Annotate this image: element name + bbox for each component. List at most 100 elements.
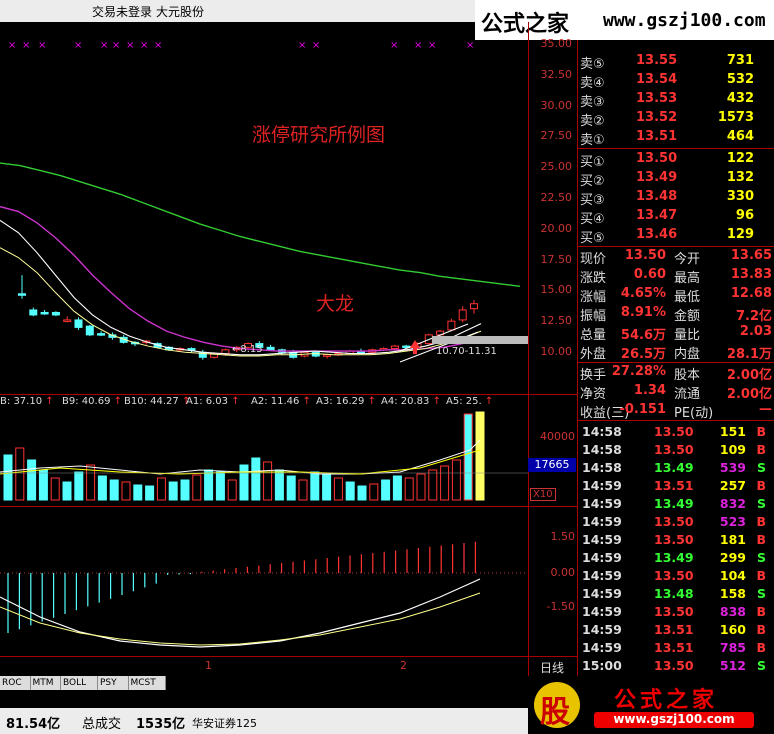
- tick-price: 13.50: [654, 424, 694, 439]
- ask-price: 13.55: [636, 53, 678, 68]
- volume-bar: [145, 485, 155, 501]
- tick-time: 14:59: [582, 478, 622, 493]
- volume-bar: [274, 469, 284, 501]
- ask-bid-divider: [578, 148, 774, 149]
- tick-time: 14:58: [582, 442, 622, 457]
- volume-bar: [97, 475, 107, 501]
- stat-row: 涨幅 4.65% 最低 12.68: [580, 286, 774, 305]
- tick-volume: 512: [719, 658, 746, 673]
- tick-row: 14:59 13.50 104 B: [580, 568, 774, 586]
- tick-row: 14:59 13.51 160 B: [580, 622, 774, 640]
- stat-key: 最高: [674, 271, 701, 286]
- tick-price: 13.50: [654, 442, 694, 457]
- ask-row[interactable]: 卖③ 13.53 432: [580, 91, 774, 110]
- indicator-2: B10: 44.27 ↑: [124, 396, 191, 407]
- indicator-name: B10: [124, 396, 144, 407]
- stat-value: 0.60: [633, 267, 666, 282]
- bid-row[interactable]: 买③ 13.48 330: [580, 189, 774, 208]
- candle-body: [221, 349, 230, 355]
- tick-price: 13.50: [654, 514, 694, 529]
- tick-side: S: [756, 496, 766, 511]
- tick-price: 13.51: [654, 622, 694, 637]
- ask-label: 卖①: [580, 133, 605, 148]
- tick-price: 13.49: [654, 550, 694, 565]
- ask-volume: 532: [726, 72, 754, 87]
- volume-bar: [50, 477, 60, 501]
- stat-value: 26.5万: [620, 347, 666, 362]
- candle-body: [29, 309, 38, 316]
- ask-row[interactable]: 卖② 13.52 1573: [580, 110, 774, 129]
- price-tick: 10.00: [540, 345, 573, 358]
- volume-bar: [451, 459, 461, 501]
- bid-row[interactable]: 买④ 13.47 96: [580, 208, 774, 227]
- tab-roc[interactable]: ROC: [0, 676, 31, 690]
- bid-price: 13.48: [636, 189, 678, 204]
- stat-key: 股本: [674, 368, 701, 383]
- up-arrow-icon: ↑: [110, 396, 122, 407]
- stat-value: 12.68: [730, 286, 772, 301]
- price-tick: 12.50: [540, 314, 573, 328]
- signal-mark: ×: [298, 40, 306, 51]
- price-tick: 22.50: [540, 191, 573, 204]
- bid-row[interactable]: 买② 13.49 132: [580, 170, 774, 189]
- stat-value: —: [759, 402, 772, 417]
- indicator-7: A5: 25. ↑: [446, 396, 494, 407]
- signal-mark: ×: [126, 40, 134, 51]
- bid-volume: 96: [735, 208, 754, 223]
- tick-volume: 104: [719, 568, 746, 583]
- tick-time: 14:59: [582, 568, 622, 583]
- tick-row: 14:59 13.50 523 B: [580, 514, 774, 532]
- price-chart[interactable]: × × × × × × × × × × × × × × ×: [0, 22, 528, 394]
- signal-mark: ×: [390, 40, 398, 51]
- bid-row[interactable]: 买⑤ 13.46 129: [580, 227, 774, 246]
- volume-bar: [168, 481, 178, 501]
- volume-bar: [357, 485, 367, 501]
- stat-key: 总量: [580, 328, 607, 343]
- indicator-value: 16.29: [335, 396, 365, 407]
- volume-chart[interactable]: [0, 410, 528, 506]
- dea-line: [0, 592, 481, 646]
- logo-badge: 股: [534, 682, 580, 730]
- volume-bar: [62, 481, 72, 501]
- tick-volume: 299: [719, 550, 746, 565]
- stat-row: 总量 54.6万 量比 2.03: [580, 324, 774, 343]
- tick-row: 14:59 13.50 181 B: [580, 532, 774, 550]
- ask-row[interactable]: 卖① 13.51 464: [580, 129, 774, 148]
- panel-divider-1: [0, 394, 577, 395]
- ask-volume: 432: [726, 91, 754, 106]
- tick-row: 14:59 13.49 832 S: [580, 496, 774, 514]
- volume-bar: [156, 477, 166, 501]
- macd-chart[interactable]: [0, 507, 528, 656]
- tab-boll[interactable]: BOLL: [61, 676, 98, 690]
- price-tick: 25.00: [540, 160, 573, 174]
- tab-psy[interactable]: PSY: [98, 676, 129, 690]
- ask-row[interactable]: 卖④ 13.54 532: [580, 72, 774, 91]
- tab-mcst[interactable]: MCST: [128, 676, 166, 690]
- signal-mark: ×: [428, 40, 436, 51]
- ask-row[interactable]: 卖⑤ 13.55 731: [580, 53, 774, 72]
- x-tick-1: 1: [205, 659, 212, 672]
- tab-mtm[interactable]: MTM: [30, 676, 61, 690]
- stat-value: -0.151: [619, 402, 666, 417]
- volume-bar: [428, 469, 438, 501]
- volume-bar: [416, 473, 426, 501]
- ask-label: 卖③: [580, 95, 605, 110]
- fundamental-row: 收益(三) -0.151 PE(动) —: [580, 402, 774, 421]
- volume-bar: [227, 479, 237, 501]
- status-broker: 华安证券125: [192, 717, 257, 730]
- volume-bar: [381, 479, 391, 501]
- volume-bar: [3, 454, 13, 501]
- tick-price: 13.50: [654, 532, 694, 547]
- up-arrow-icon: ↑: [42, 396, 54, 407]
- tick-side: B: [756, 604, 766, 619]
- stat-key: 金额: [674, 309, 701, 324]
- watermark-url: www.gszj100.com: [603, 10, 766, 31]
- bid-label: 买①: [580, 155, 605, 170]
- chart-axis-divider: [528, 22, 529, 708]
- indicator-value: 11.46: [270, 396, 300, 407]
- indicator-name: A2: [251, 396, 265, 407]
- candle-body: [390, 345, 399, 350]
- bid-row[interactable]: 买① 13.50 122: [580, 151, 774, 170]
- macd-tick-3: -1.50: [546, 600, 575, 613]
- status-total-label: 总成交: [82, 717, 122, 732]
